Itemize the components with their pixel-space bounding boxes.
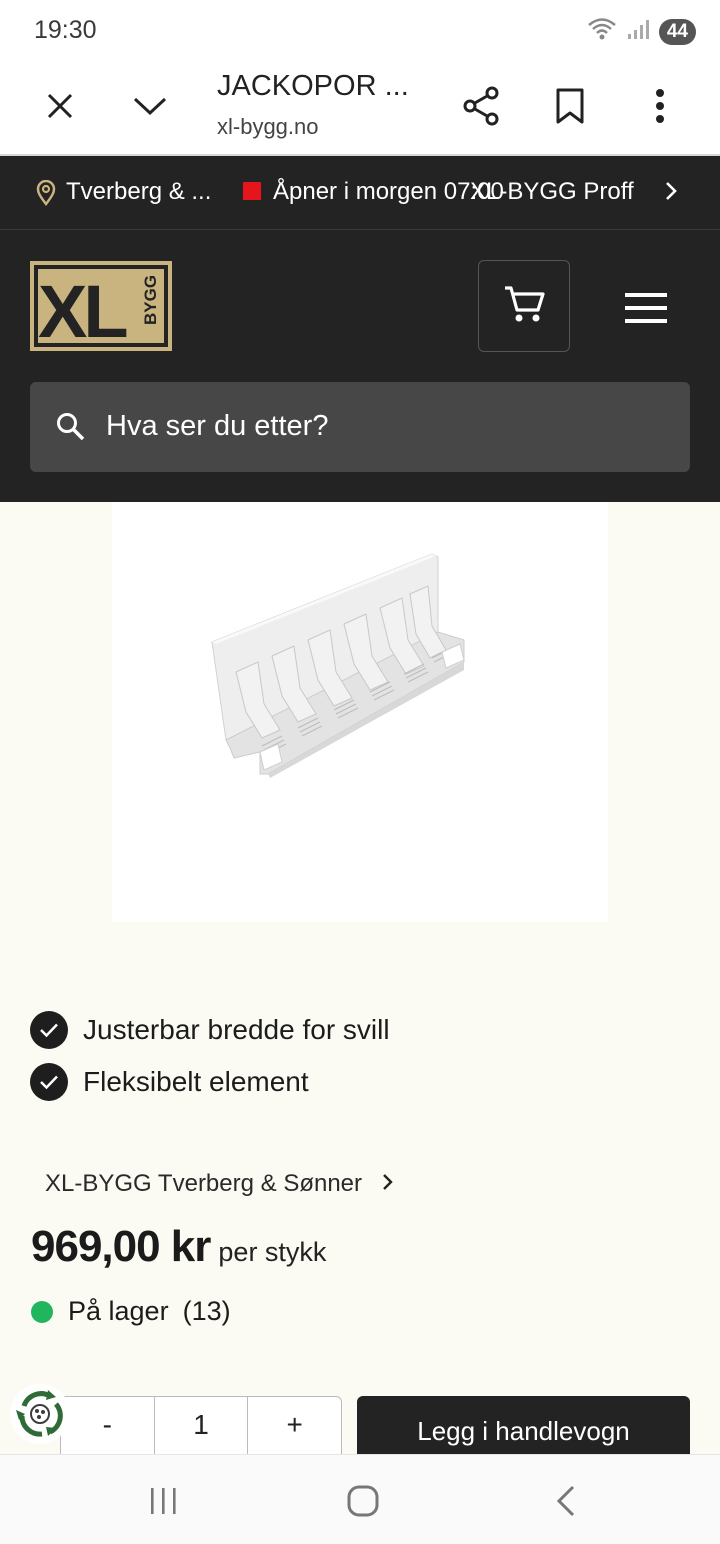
feature-text: Justerbar bredde for svill [83, 1014, 390, 1045]
hamburger-menu-icon[interactable] [618, 280, 674, 336]
recycle-icon[interactable] [10, 1384, 70, 1444]
store-info-bar[interactable]: Tverberg & ... Åpner i morgen 07:00 XL-B… [0, 156, 720, 230]
quantity-input[interactable]: 1 [155, 1397, 249, 1454]
stock-status: På lager (13) [31, 1296, 231, 1327]
share-icon[interactable] [457, 82, 505, 130]
increment-button[interactable]: + [248, 1397, 341, 1454]
store-name[interactable]: Tverberg & ... [66, 178, 211, 206]
chevron-right-icon [382, 1170, 394, 1198]
signal-icon [627, 18, 649, 45]
price-row: 969,00 kr per stykk [31, 1222, 326, 1272]
location-pin-icon [36, 179, 56, 213]
chevron-right-icon[interactable] [664, 180, 678, 209]
bookmark-icon[interactable] [546, 82, 594, 130]
recent-apps-icon[interactable] [143, 1481, 183, 1521]
chevron-down-icon[interactable] [126, 82, 174, 130]
status-bar: 19:30 44 [0, 0, 720, 62]
store-link-label: XL-BYGG Tverberg & Sønner [45, 1170, 363, 1197]
decrement-button[interactable]: - [61, 1397, 155, 1454]
list-item: Fleksibelt element [30, 1056, 390, 1108]
add-to-cart-label: Legg i handlevogn [417, 1416, 630, 1446]
site-header: XL BYGG Hva ser du etter? [0, 230, 720, 502]
back-icon[interactable] [546, 1481, 586, 1521]
search-input[interactable]: Hva ser du etter? [30, 382, 690, 472]
status-indicator [243, 182, 261, 200]
battery-indicator: 44 [658, 18, 696, 45]
quantity-stepper: - 1 + [60, 1396, 342, 1454]
browser-toolbar: JACKOPOR ... xl-bygg.no [0, 62, 720, 156]
xl-bygg-logo[interactable]: XL BYGG [30, 261, 172, 353]
search-placeholder: Hva ser du etter? [106, 410, 329, 442]
stock-indicator [31, 1300, 53, 1323]
close-icon[interactable] [36, 82, 84, 130]
search-icon [56, 412, 86, 447]
status-time: 19:30 [34, 16, 97, 44]
stock-label: På lager [68, 1296, 169, 1326]
cart-icon [503, 284, 545, 329]
price-unit: per stykk [218, 1237, 327, 1267]
wifi-icon [587, 16, 617, 47]
store-selector-link[interactable]: XL-BYGG Tverberg & Sønner [45, 1170, 394, 1198]
proff-link[interactable]: XL-BYGG Proff [470, 178, 634, 206]
feature-list: Justerbar bredde for svill Fleksibelt el… [30, 1004, 390, 1108]
page-title[interactable]: JACKOPOR ... [217, 70, 409, 103]
product-image-area [0, 502, 720, 952]
home-icon[interactable] [343, 1481, 383, 1521]
add-to-cart-button[interactable]: Legg i handlevogn [357, 1396, 690, 1454]
list-item: Justerbar bredde for svill [30, 1004, 390, 1056]
feature-text: Fleksibelt element [83, 1066, 309, 1097]
page-url[interactable]: xl-bygg.no [217, 114, 319, 140]
more-vert-icon[interactable] [636, 82, 684, 130]
add-to-cart-row: - 1 + Legg i handlevogn [0, 1396, 720, 1454]
cart-button[interactable] [478, 260, 570, 352]
product-price: 969,00 kr [31, 1222, 211, 1271]
check-icon [30, 1011, 68, 1049]
status-icons: 44 [587, 16, 696, 47]
check-icon [30, 1063, 68, 1101]
svg-text:BYGG: BYGG [141, 275, 160, 325]
svg-text:XL: XL [38, 270, 126, 351]
product-image[interactable] [112, 502, 608, 922]
system-navigation-bar [0, 1454, 720, 1544]
stock-count: (13) [182, 1296, 231, 1326]
